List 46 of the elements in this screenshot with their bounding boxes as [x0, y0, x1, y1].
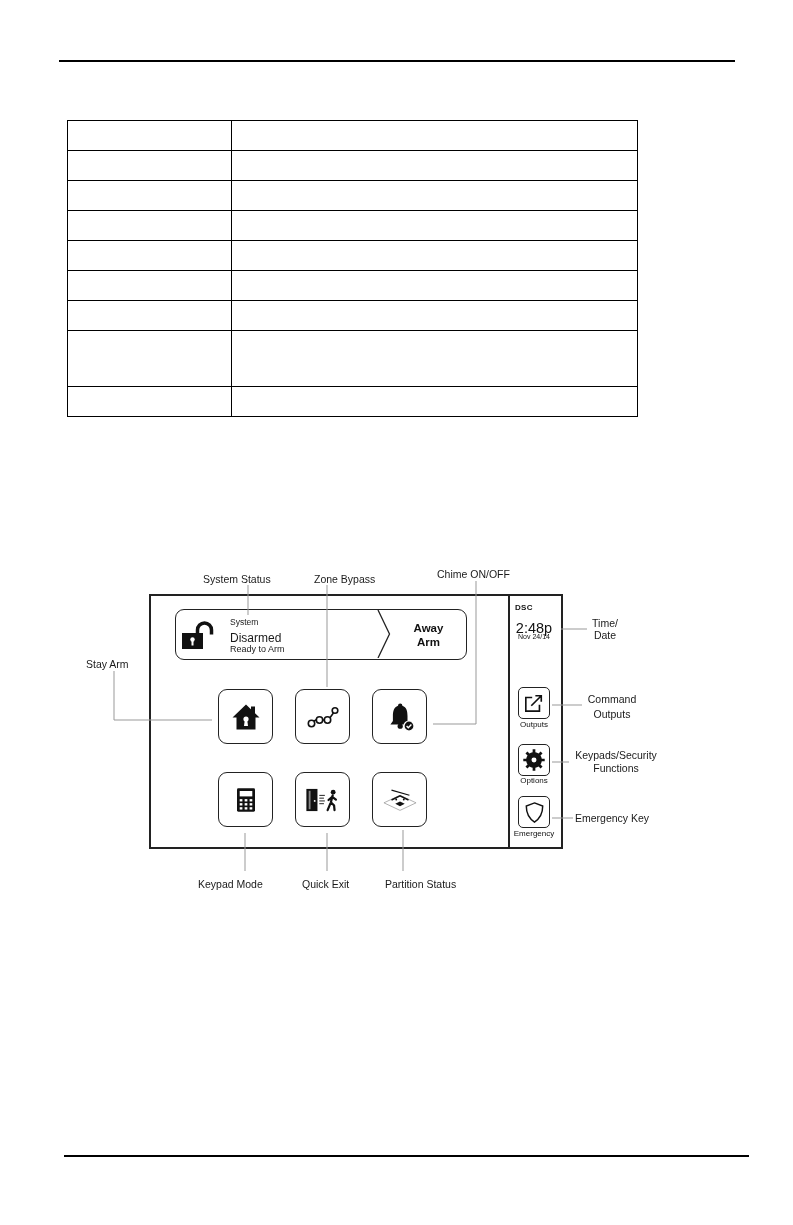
status-text: Disarmed [230, 631, 282, 645]
house-icon [231, 703, 260, 730]
callout-label: Quick Exit [302, 877, 350, 891]
leader-line [247, 584, 249, 616]
callout-label: Chime ON/OFF [437, 567, 510, 581]
status-title: System [230, 617, 259, 627]
callout-label: Zone Bypass [314, 572, 376, 586]
callout-label: Keypads/Security Functions [574, 748, 658, 776]
calculator-icon [236, 787, 255, 812]
partition-status-button[interactable] [372, 772, 427, 827]
callout-label: Partition Status [385, 877, 457, 891]
callout-label: Stay Arm [86, 657, 129, 671]
leader-line [326, 832, 328, 872]
floor-plan-icon [382, 787, 417, 812]
button-caption: Outputs [520, 719, 548, 730]
zone-bypass-button[interactable] [295, 689, 350, 744]
stay-arm-button[interactable] [218, 689, 273, 744]
emergency-button[interactable] [518, 796, 550, 828]
leader-line [551, 817, 574, 819]
linked-circles-icon [306, 705, 339, 728]
callout-label: Keypad Mode [198, 877, 263, 891]
leader-line [244, 832, 246, 872]
clock-time: 2:48p [515, 620, 553, 636]
callout-label: Command Outputs [586, 691, 638, 722]
options-button[interactable] [518, 743, 550, 776]
leader-line [551, 761, 570, 763]
button-caption: Options [520, 776, 548, 786]
box-arrow-icon [524, 693, 544, 713]
door-walker-icon [305, 787, 340, 812]
callout-label: Emergency Key [575, 811, 650, 825]
away-arm-button[interactable]: Away Arm [391, 610, 466, 659]
keypad-mode-button[interactable] [218, 772, 273, 827]
status-detail: Ready to Arm [230, 644, 285, 654]
logo-text: DSC [515, 603, 533, 612]
leader-line [402, 829, 404, 872]
leader-line [560, 628, 588, 630]
quick-exit-button[interactable] [295, 772, 350, 827]
outputs-button[interactable] [518, 687, 550, 719]
shield-icon [524, 801, 544, 823]
chime-button[interactable] [372, 689, 427, 744]
leader-line [551, 704, 583, 706]
open-padlock-icon [182, 620, 214, 649]
callout-label: System Status [203, 572, 271, 586]
callout-label: Time/ Date [591, 617, 619, 641]
button-caption: Emergency [513, 828, 555, 839]
gear-icon [523, 748, 545, 771]
